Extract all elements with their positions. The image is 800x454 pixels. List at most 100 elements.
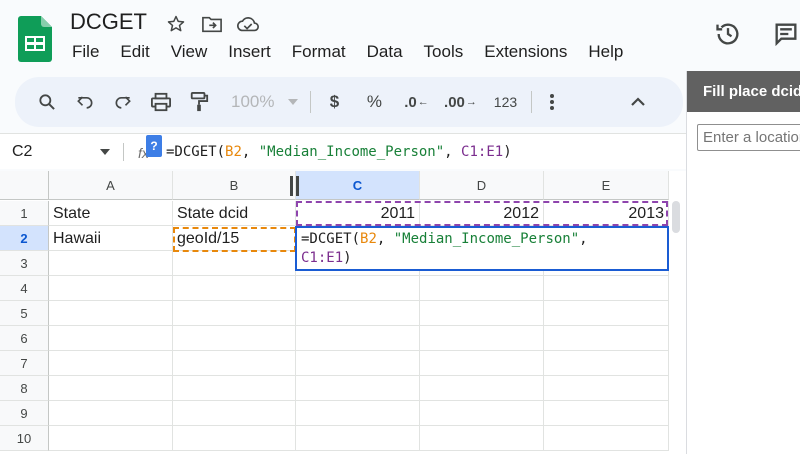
menu-file[interactable]: File <box>72 42 99 62</box>
row-header-3[interactable]: 3 <box>0 251 49 276</box>
formula-ref-b2: B2 <box>225 144 242 160</box>
menu-extensions[interactable]: Extensions <box>484 42 567 62</box>
row-header-2[interactable]: 2 <box>0 226 49 251</box>
more-formats-button[interactable]: 123 <box>489 86 521 118</box>
grid-cell[interactable] <box>544 376 669 401</box>
row-header-7[interactable]: 7 <box>0 351 49 376</box>
grid-cell[interactable] <box>49 351 173 376</box>
cell-b2[interactable]: geoId/15 <box>173 226 296 251</box>
cell-c1[interactable]: 2011 <box>296 201 420 226</box>
grid-cell[interactable] <box>296 276 420 301</box>
grid-cell[interactable] <box>49 276 173 301</box>
grid-cell[interactable] <box>296 426 420 451</box>
grid-cell[interactable] <box>420 426 544 451</box>
grid-cell[interactable] <box>544 276 669 301</box>
row-header-5[interactable]: 5 <box>0 301 49 326</box>
document-title[interactable]: DCGET <box>70 9 147 35</box>
grid-cell[interactable] <box>173 426 296 451</box>
undo-icon[interactable] <box>73 86 97 118</box>
zoom-select[interactable]: 100% <box>231 92 299 112</box>
grid-cell[interactable] <box>173 351 296 376</box>
column-header-c[interactable]: C <box>296 171 420 200</box>
cell-b1[interactable]: State dcid <box>173 201 296 226</box>
menu-help[interactable]: Help <box>588 42 623 62</box>
more-vert-icon[interactable] <box>542 86 562 118</box>
row-header-9[interactable]: 9 <box>0 401 49 426</box>
grid-cell[interactable] <box>296 351 420 376</box>
name-box[interactable]: C2 <box>12 143 32 161</box>
decrease-decimal-button[interactable]: .0 ← <box>401 86 431 118</box>
print-icon[interactable] <box>149 86 173 118</box>
grid-cell[interactable] <box>173 251 296 276</box>
grid-cell[interactable] <box>173 401 296 426</box>
grid-cell[interactable] <box>49 326 173 351</box>
grid-cell[interactable] <box>544 401 669 426</box>
row-header-4[interactable]: 4 <box>0 276 49 301</box>
freeze-column-handle[interactable] <box>290 176 300 196</box>
select-all-corner[interactable] <box>0 171 49 200</box>
menu-data[interactable]: Data <box>367 42 403 62</box>
grid-cell[interactable] <box>296 401 420 426</box>
move-folder-icon[interactable] <box>200 12 224 36</box>
row-header-10[interactable]: 10 <box>0 426 49 451</box>
column-header-e[interactable]: E <box>544 171 669 200</box>
increase-decimal-button[interactable]: .00 → <box>443 86 477 118</box>
column-header-a[interactable]: A <box>49 171 173 200</box>
cell-a2[interactable]: Hawaii <box>49 226 173 251</box>
grid-cell[interactable] <box>49 251 173 276</box>
currency-format-button[interactable]: $ <box>321 86 347 118</box>
grid-cell[interactable] <box>49 401 173 426</box>
toolbar-divider <box>310 91 312 113</box>
grid-cell[interactable] <box>544 351 669 376</box>
grid-cell[interactable] <box>296 301 420 326</box>
grid-cell[interactable] <box>49 301 173 326</box>
menu-insert[interactable]: Insert <box>228 42 271 62</box>
grid-cell[interactable] <box>49 426 173 451</box>
column-header-d[interactable]: D <box>420 171 544 200</box>
row-header-6[interactable]: 6 <box>0 326 49 351</box>
grid-cell[interactable] <box>420 401 544 426</box>
menu-format[interactable]: Format <box>292 42 346 62</box>
row-header-1[interactable]: 1 <box>0 201 49 226</box>
cell-e1[interactable]: 2013 <box>544 201 669 226</box>
grid-cell[interactable] <box>173 276 296 301</box>
star-icon[interactable] <box>164 12 188 36</box>
editor-comma: , <box>579 231 588 247</box>
percent-format-button[interactable]: % <box>361 86 387 118</box>
search-menus-icon[interactable] <box>35 86 59 118</box>
grid-cell[interactable] <box>544 326 669 351</box>
menu-edit[interactable]: Edit <box>120 42 149 62</box>
grid-cell[interactable] <box>420 326 544 351</box>
grid-cell[interactable] <box>173 326 296 351</box>
row-header-8[interactable]: 8 <box>0 376 49 401</box>
grid-cell[interactable] <box>420 301 544 326</box>
paint-format-icon[interactable] <box>187 86 211 118</box>
grid-cell[interactable] <box>296 326 420 351</box>
cell-a1[interactable]: State <box>49 201 173 226</box>
grid-cell[interactable] <box>420 376 544 401</box>
menu-view[interactable]: View <box>171 42 208 62</box>
version-history-icon[interactable] <box>714 20 742 48</box>
menu-tools[interactable]: Tools <box>424 42 464 62</box>
redo-icon[interactable] <box>111 86 135 118</box>
cell-d1[interactable]: 2012 <box>420 201 544 226</box>
cell-editor-c2[interactable]: =DCGET(B2, "Median_Income_Person", C1:E1… <box>295 226 669 271</box>
formula-help-icon[interactable]: ? <box>146 135 162 157</box>
grid-cell[interactable] <box>173 301 296 326</box>
grid-cell[interactable] <box>420 351 544 376</box>
grid-cell[interactable] <box>49 376 173 401</box>
grid-cell[interactable] <box>420 276 544 301</box>
cloud-status-icon[interactable] <box>236 12 260 36</box>
grid-cell[interactable] <box>544 301 669 326</box>
location-input[interactable] <box>697 124 800 151</box>
grid-cell[interactable] <box>296 376 420 401</box>
chevron-up-icon[interactable] <box>626 86 650 118</box>
grid-cell[interactable] <box>173 376 296 401</box>
vertical-scrollbar[interactable] <box>672 201 680 233</box>
name-box-dropdown-icon[interactable] <box>100 149 110 155</box>
formula-input[interactable]: =DCGET(B2, "Median_Income_Person", C1:E1… <box>166 144 512 160</box>
sheets-logo-icon[interactable] <box>18 16 52 62</box>
comments-icon[interactable] <box>772 20 800 48</box>
grid-cell[interactable] <box>544 426 669 451</box>
column-header-b[interactable]: B <box>173 171 296 200</box>
